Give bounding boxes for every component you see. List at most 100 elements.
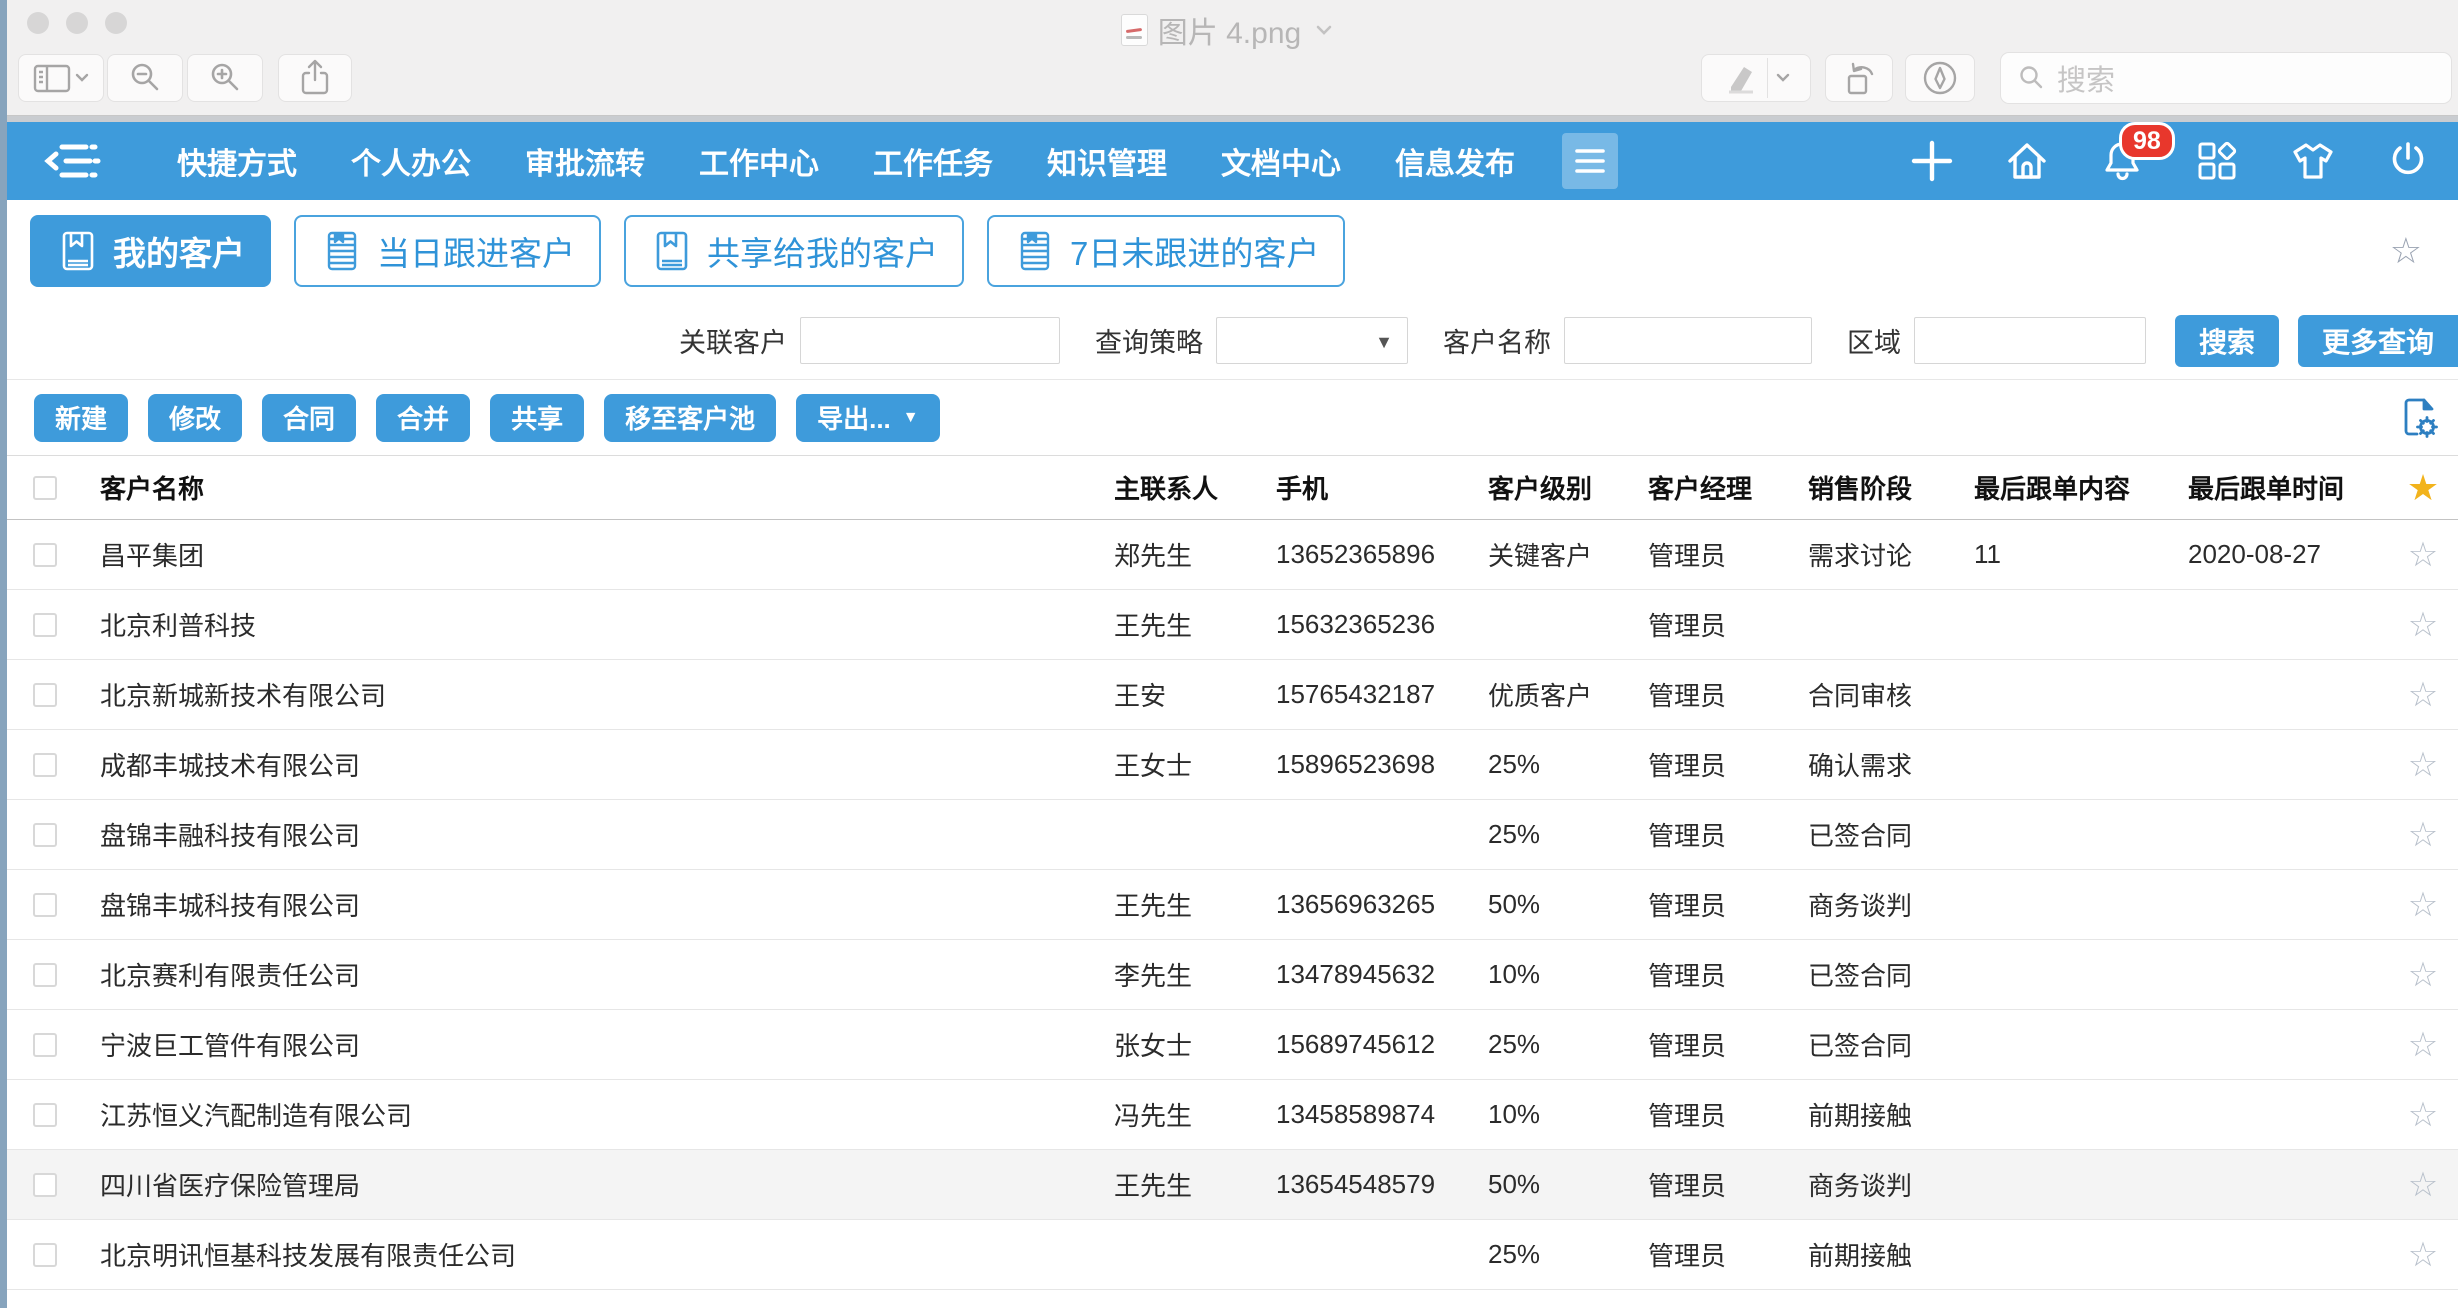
row-checkbox[interactable] bbox=[33, 1172, 57, 1197]
column-header[interactable]: 客户名称 bbox=[74, 469, 1114, 506]
caret-down-icon: ▼ bbox=[1375, 332, 1393, 352]
more-query-button[interactable]: 更多查询 bbox=[2297, 314, 2458, 367]
table-row[interactable]: 北京利普科技 王先生 15632365236 管理员 ☆ bbox=[0, 590, 2458, 660]
tab-label: 7日未跟进的客户 bbox=[1070, 235, 1320, 272]
tab-inactive[interactable]: 共享给我的客户 bbox=[624, 215, 964, 287]
sidebar-icon bbox=[33, 64, 71, 93]
query-strategy-select[interactable]: ▼ bbox=[1215, 317, 1408, 364]
favorite-star-icon[interactable]: ☆ bbox=[2388, 815, 2458, 855]
action-button[interactable]: 合并 bbox=[376, 393, 471, 442]
manager-cell: 管理员 bbox=[1648, 1031, 1727, 1061]
favorite-star-icon[interactable]: ☆ bbox=[2388, 1095, 2458, 1135]
table-row[interactable]: 成都丰城技术有限公司 王女士 15896523698 25% 管理员 确认需求 ☆ bbox=[0, 730, 2458, 800]
table-row[interactable]: 盘锦丰融科技有限公司 25% 管理员 已签合同 ☆ bbox=[0, 800, 2458, 870]
column-header[interactable]: 最后跟单内容 bbox=[1974, 469, 2188, 506]
customer-name-cell: 宁波巨工管件有限公司 bbox=[100, 1031, 361, 1061]
home-button[interactable] bbox=[2004, 138, 2050, 184]
nav-menu-item[interactable]: 个人办公 bbox=[324, 139, 498, 183]
action-button[interactable]: 导出... ▼ bbox=[796, 393, 940, 442]
add-button[interactable] bbox=[1909, 138, 1955, 184]
column-header[interactable]: 客户级别 bbox=[1488, 469, 1648, 506]
row-checkbox[interactable] bbox=[33, 822, 57, 847]
zoom-in-button[interactable] bbox=[187, 54, 263, 102]
select-all-checkbox[interactable] bbox=[33, 475, 57, 500]
action-button[interactable]: 修改 bbox=[148, 393, 243, 442]
table-row[interactable]: 北京赛利有限责任公司 李先生 13478945632 10% 管理员 已签合同 ☆ bbox=[0, 940, 2458, 1010]
nav-menu-item[interactable]: 快捷方式 bbox=[150, 139, 324, 183]
table-row[interactable]: 北京明讯恒基科技发展有限责任公司 25% 管理员 前期接触 ☆ bbox=[0, 1220, 2458, 1290]
row-checkbox[interactable] bbox=[33, 612, 57, 637]
nav-menu-item[interactable]: 知识管理 bbox=[1020, 139, 1194, 183]
list-settings-button[interactable] bbox=[2396, 394, 2442, 442]
nav-menu-item[interactable]: 文档中心 bbox=[1194, 139, 1368, 183]
table-row[interactable]: 盘锦丰城科技有限公司 王先生 13656963265 50% 管理员 商务谈判 ☆ bbox=[0, 870, 2458, 940]
level-cell: 10% bbox=[1488, 959, 1541, 989]
row-checkbox[interactable] bbox=[33, 1032, 57, 1057]
favorite-star-icon[interactable]: ☆ bbox=[2388, 885, 2458, 925]
column-header[interactable]: 最后跟单时间 bbox=[2188, 469, 2388, 506]
row-checkbox[interactable] bbox=[33, 1242, 57, 1267]
caret-down-icon: ▼ bbox=[902, 408, 919, 426]
theme-button[interactable] bbox=[2289, 138, 2337, 184]
favorite-column-star-icon: ★ bbox=[2406, 466, 2440, 508]
column-header[interactable]: 手机 bbox=[1276, 469, 1488, 506]
markup-pen-button[interactable] bbox=[1701, 54, 1811, 102]
related-customer-input[interactable] bbox=[799, 317, 1060, 364]
nav-menu-item[interactable]: 信息发布 bbox=[1368, 139, 1542, 183]
action-label: 移至客户池 bbox=[625, 404, 756, 434]
notifications-button[interactable]: 98 bbox=[2099, 122, 2175, 184]
preview-search-field[interactable]: 搜索 bbox=[2000, 52, 2452, 104]
contact-cell: 王先生 bbox=[1114, 891, 1193, 921]
tab-inactive[interactable]: 7日未跟进的客户 bbox=[987, 215, 1346, 287]
zoom-out-button[interactable] bbox=[107, 54, 183, 102]
share-button[interactable] bbox=[278, 54, 352, 102]
collapse-menu-button[interactable] bbox=[40, 137, 106, 185]
tab-active[interactable]: 我的客户 bbox=[30, 215, 271, 287]
column-header[interactable]: 主联系人 bbox=[1114, 469, 1276, 506]
favorite-star-icon[interactable]: ☆ bbox=[2388, 745, 2458, 785]
favorite-star-icon[interactable]: ☆ bbox=[2388, 605, 2458, 645]
table-row[interactable]: 宁波巨工管件有限公司 张女士 15689745612 25% 管理员 已签合同 ☆ bbox=[0, 1010, 2458, 1080]
row-checkbox[interactable] bbox=[33, 1102, 57, 1127]
chevron-down-icon bbox=[1776, 73, 1789, 82]
favorite-star-icon[interactable]: ☆ bbox=[2388, 1235, 2458, 1275]
sidebar-toggle-button[interactable] bbox=[18, 54, 104, 102]
logout-button[interactable] bbox=[2386, 138, 2430, 184]
action-button[interactable]: 移至客户池 bbox=[604, 393, 777, 442]
table-row[interactable]: 昌平集团 郑先生 13652365896 关键客户 管理员 需求讨论 11 2020-08-2… bbox=[0, 520, 2458, 590]
tab-inactive[interactable]: 当日跟进客户 bbox=[294, 215, 601, 287]
region-input[interactable] bbox=[1913, 317, 2146, 364]
favorite-star-icon[interactable]: ☆ bbox=[2388, 955, 2458, 995]
phone-cell: 15632365236 bbox=[1276, 609, 1436, 639]
nav-menu-item[interactable]: 工作任务 bbox=[846, 139, 1020, 183]
favorite-view-star-icon[interactable]: ☆ bbox=[2390, 230, 2422, 272]
table-body: 昌平集团 郑先生 13652365896 关键客户 管理员 需求讨论 11 2020-08-2… bbox=[0, 520, 2458, 1290]
row-checkbox[interactable] bbox=[33, 682, 57, 707]
table-row[interactable]: 江苏恒义汽配制造有限公司 冯先生 13458589874 10% 管理员 前期接触 ☆ bbox=[0, 1080, 2458, 1150]
customer-name-input[interactable] bbox=[1563, 317, 1812, 364]
row-checkbox[interactable] bbox=[33, 962, 57, 987]
more-menus-button[interactable] bbox=[1562, 133, 1618, 189]
action-button[interactable]: 共享 bbox=[490, 393, 585, 442]
column-header[interactable]: 客户经理 bbox=[1648, 469, 1808, 506]
table-row[interactable]: 四川省医疗保险管理局 王先生 13654548579 50% 管理员 商务谈判 ☆ bbox=[0, 1150, 2458, 1220]
nav-menu-item[interactable]: 审批流转 bbox=[498, 139, 672, 183]
column-header[interactable]: 销售阶段 bbox=[1808, 469, 1974, 506]
row-checkbox[interactable] bbox=[33, 752, 57, 777]
favorite-star-icon[interactable]: ☆ bbox=[2388, 1025, 2458, 1065]
favorite-star-icon[interactable]: ☆ bbox=[2388, 535, 2458, 575]
favorite-star-icon[interactable]: ☆ bbox=[2388, 1165, 2458, 1205]
action-button[interactable]: 合同 bbox=[262, 393, 357, 442]
markup-toolbar-button[interactable] bbox=[1905, 54, 1975, 102]
row-checkbox[interactable] bbox=[33, 892, 57, 917]
rotate-button[interactable] bbox=[1825, 54, 1893, 102]
search-button[interactable]: 搜索 bbox=[2174, 314, 2279, 367]
apps-button[interactable] bbox=[2194, 138, 2240, 184]
row-checkbox[interactable] bbox=[33, 542, 57, 567]
action-button[interactable]: 新建 bbox=[34, 393, 129, 442]
nav-menu-item[interactable]: 工作中心 bbox=[672, 139, 846, 183]
table-row[interactable]: 北京新城新技术有限公司 王安 15765432187 优质客户 管理员 合同审核 ☆ bbox=[0, 660, 2458, 730]
contact-cell: 冯先生 bbox=[1114, 1101, 1193, 1131]
title-chevron-icon[interactable] bbox=[1311, 20, 1337, 40]
favorite-star-icon[interactable]: ☆ bbox=[2388, 675, 2458, 715]
